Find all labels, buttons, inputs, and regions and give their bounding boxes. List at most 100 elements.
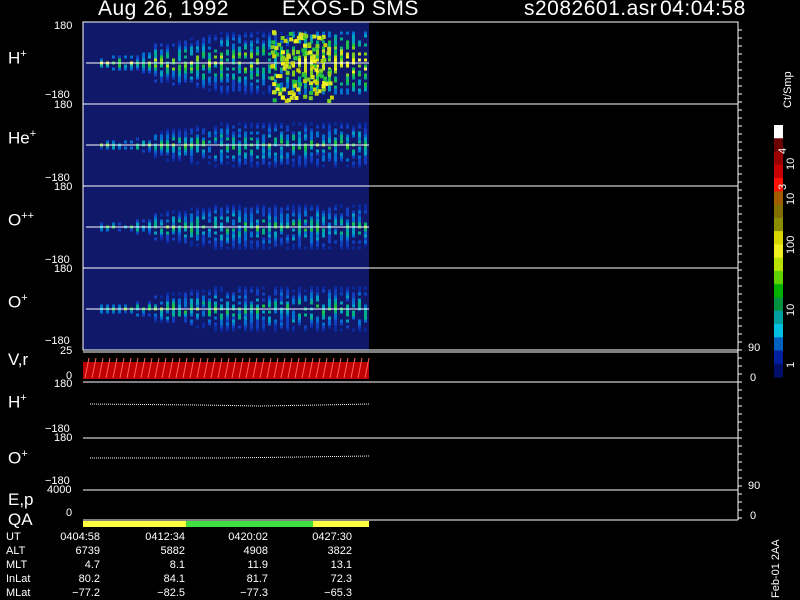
spectrogram-cell [250,240,253,244]
spectrogram-cell [220,228,223,232]
spectrogram-cell [202,149,205,153]
spectrogram-cell [316,158,319,162]
spectrogram-cell [178,73,181,77]
spectrogram-cell [214,134,217,138]
spectrogram-cell [274,298,277,302]
spectrogram-cell [316,40,319,44]
spectrogram-cell [292,301,295,305]
spectrogram-cell [346,82,349,86]
ephem-value: −65.3 [324,587,352,599]
spectrogram-plot [82,21,783,527]
spectrogram-cell [238,46,241,50]
spectrogram-cell [190,243,193,247]
spectrogram-cell [346,213,349,217]
spectrogram-cell [196,304,199,308]
spectrogram-cell [172,210,175,214]
panel-label-heplus: He+ [8,128,37,148]
spectrogram-cell [220,31,223,35]
spectrogram-cell [268,40,271,44]
spectrogram-cell [196,210,199,214]
spectrogram-cell [214,301,217,305]
spectrogram-cell [310,207,313,211]
spectrogram-cell [250,76,253,80]
spectrogram-cell [160,79,163,83]
spectrogram-cell [220,246,223,250]
panel-label-oplus: O+ [8,292,28,312]
spectrogram-cell [220,58,223,62]
spectrogram-cell [238,219,241,223]
spectrogram-cell [358,52,361,56]
spectrogram-cell [178,140,181,144]
spectrogram-cell [250,328,253,332]
spectrogram-cell [178,210,181,214]
spectrogram-cell [328,134,331,138]
spectrogram-cell [166,67,169,71]
spectrogram-cell [292,219,295,223]
spectrogram-cell [154,146,157,150]
spectrogram-cell [364,34,367,38]
spectrogram-cell [208,231,211,235]
spectrogram-cell [172,304,175,308]
spectrogram-cell [244,289,247,293]
spectrogram-cell [244,46,247,50]
spectrogram-cell [256,228,259,232]
spectrogram-cell [232,131,235,135]
panel-label-oplus-line: O+ [8,448,28,468]
spectrogram-cell [190,137,193,141]
spectrogram-cell [244,304,247,308]
spectrogram-cell [346,158,349,162]
spectrogram-cell [358,88,361,92]
spectrogram-cell [256,122,259,126]
spectrogram-cell [148,55,151,59]
panel1-top-tick: 180 [54,99,73,111]
spectrogram-cell [304,137,307,141]
spectrogram-cell [280,298,283,302]
spectrogram-cell [184,73,187,77]
colorbar-tick-100: 100 [785,235,797,254]
spectrogram-cell [316,210,319,214]
spectrogram-cell [208,319,211,323]
spectrogram-cell [244,125,247,129]
spectrogram-cell [178,64,181,68]
spectrogram-cell [352,219,355,223]
spectrogram-cell [130,64,133,68]
spectrogram-cell [304,122,307,126]
spectrogram-cell [178,131,181,135]
spectrogram-cell [256,246,259,250]
spectrogram-cell [304,325,307,329]
spectrogram-cell [208,88,211,92]
spectrogram-cell [196,325,199,329]
spectrogram-cell [256,131,259,135]
spectrogram-cell [274,161,277,165]
spectrogram-cell [310,216,313,220]
spectrogram-cell [262,161,265,165]
spectrogram-cell [208,234,211,238]
spectrogram-cell [244,161,247,165]
spectrogram-cell [322,325,325,329]
spectrogram-cell [328,122,331,126]
spectrogram-cell [190,79,193,83]
spectrogram-cell [202,85,205,89]
spectrogram-cell [322,137,325,141]
spectrogram-cell [124,146,127,150]
panel-label-qa: QA [8,510,33,529]
spectrogram-cell [277,42,282,47]
spectrogram-cell [226,58,229,62]
spectrogram-cell [268,91,271,95]
spectrogram-cell [334,322,337,326]
spectrogram-cell [328,34,331,38]
spectrogram-cell [208,79,211,83]
spectrogram-cell [232,213,235,217]
spectrogram-cell [316,328,319,332]
spectrogram-cell [172,216,175,220]
spectrogram-cell [262,328,265,332]
spectrogram-cell [250,125,253,129]
spectrogram-cell [136,64,139,68]
spectrogram-cell [178,146,181,150]
spectrogram-cell [124,64,127,68]
spectrogram-cell [232,137,235,141]
spectrogram-cell [250,85,253,89]
spectrogram-cell [364,128,367,132]
panel-label-ep: E,p [8,490,34,509]
spectrogram-cell [304,210,307,214]
